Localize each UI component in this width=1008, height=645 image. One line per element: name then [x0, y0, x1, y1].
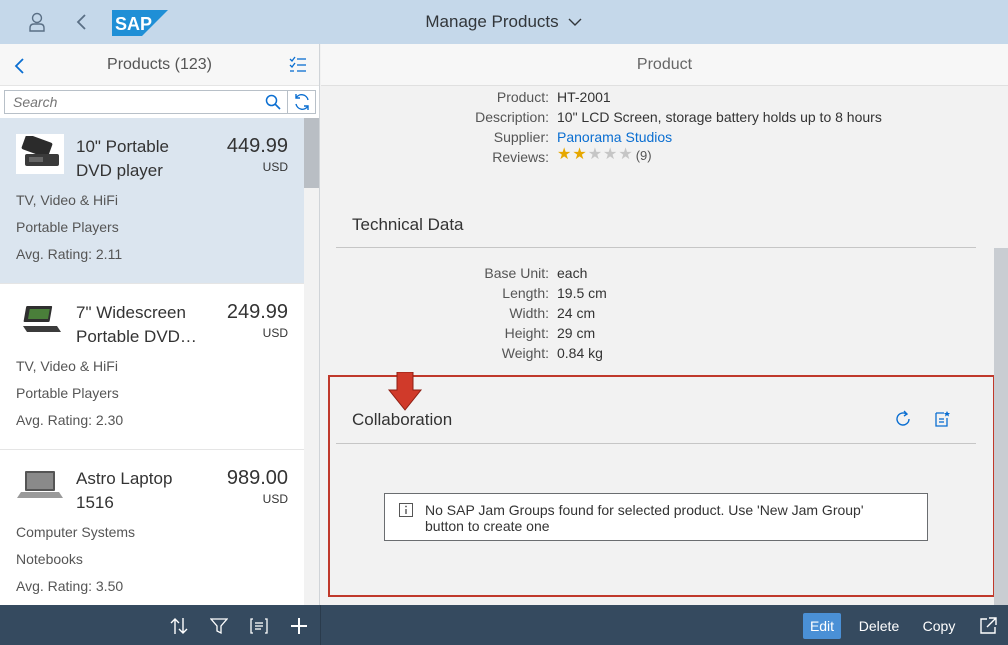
list-scrollbar[interactable]: [304, 118, 319, 605]
search-field[interactable]: [4, 90, 288, 114]
section-divider: [336, 247, 976, 248]
product-currency: USD: [262, 492, 288, 506]
filter-icon[interactable]: [208, 615, 230, 637]
base-unit-label: Base Unit:: [484, 265, 549, 281]
product-list: 10" Portable DVD player 449.99 USD TV, V…: [0, 118, 304, 605]
list-scrollbar-thumb[interactable]: [304, 118, 319, 188]
height-label: Height:: [504, 325, 549, 341]
search-input[interactable]: [5, 91, 225, 113]
detail-title: Product: [321, 44, 1008, 86]
description-value: 10" LCD Screen, storage battery holds up…: [557, 109, 882, 125]
star-icon: ★: [603, 146, 618, 163]
master-footer: [0, 605, 320, 645]
detail-scrollbar[interactable]: [994, 248, 1008, 605]
product-category: TV, Video & HiFi: [16, 358, 118, 374]
product-thumbnail: [16, 466, 64, 506]
info-message-text: No SAP Jam Groups found for selected pro…: [425, 502, 864, 534]
product-price: 989.00: [226, 467, 288, 489]
length-value: 19.5 cm: [557, 285, 607, 301]
add-icon[interactable]: [288, 615, 310, 637]
refresh-icon: [294, 94, 309, 110]
description-label: Description:: [475, 109, 549, 125]
share-icon[interactable]: [977, 615, 999, 637]
master-title: Products (123): [107, 56, 212, 73]
supplier-link[interactable]: Panorama Studios: [557, 129, 672, 145]
base-unit-value: each: [557, 265, 588, 281]
star-icon: ★: [572, 146, 587, 163]
new-jam-group-icon[interactable]: [933, 410, 953, 430]
search-bar: [4, 90, 316, 114]
weight-value: 0.84 kg: [557, 345, 603, 361]
arrow-down-icon: [387, 371, 423, 412]
info-message-strip: No SAP Jam Groups found for selected pro…: [384, 493, 928, 541]
list-item[interactable]: 7" Widescreen Portable DVD… 249.99 USD T…: [0, 284, 304, 450]
detail-footer: Edit Delete Copy: [320, 605, 1008, 645]
product-category: TV, Video & HiFi: [16, 192, 118, 208]
product-rating: Avg. Rating: 2.11: [16, 246, 123, 262]
product-id-value: HT-2001: [557, 89, 611, 105]
product-category: Computer Systems: [16, 524, 136, 540]
product-price: 249.99: [226, 301, 288, 323]
app-title[interactable]: Manage Products: [0, 0, 1008, 44]
technical-data-title: Technical Data: [352, 215, 464, 234]
product-currency: USD: [262, 160, 288, 174]
group-icon[interactable]: [248, 615, 270, 637]
product-thumbnail: [16, 300, 64, 340]
copy-button[interactable]: Copy: [917, 613, 961, 639]
sort-icon[interactable]: [168, 615, 190, 637]
info-icon: [399, 503, 413, 517]
width-value: 24 cm: [557, 305, 596, 321]
weight-label: Weight:: [501, 345, 549, 361]
reviews-label: Reviews:: [492, 149, 549, 165]
star-icon: ★: [557, 146, 572, 163]
refresh-button[interactable]: [288, 90, 316, 114]
list-item[interactable]: Astro Laptop 1516 989.00 USD Computer Sy…: [0, 450, 304, 605]
product-price: 449.99: [226, 135, 288, 157]
star-icon: ★: [618, 146, 633, 163]
delete-button[interactable]: Delete: [852, 613, 906, 639]
length-label: Length:: [502, 285, 549, 301]
master-header: Products (123): [0, 44, 319, 86]
product-label: Product:: [496, 89, 549, 105]
chevron-down-icon[interactable]: [567, 14, 583, 30]
product-name: 10" Portable DVD player: [76, 137, 169, 180]
multi-select-icon[interactable]: [289, 56, 309, 76]
section-divider: [336, 443, 976, 444]
shell-bar: SAP Manage Products: [0, 0, 1008, 44]
product-name: 7" Widescreen Portable DVD…: [76, 303, 197, 346]
search-icon[interactable]: [265, 94, 281, 110]
star-icon: ★: [587, 146, 603, 163]
product-subcategory: Notebooks: [16, 551, 83, 567]
product-rating: Avg. Rating: 3.50: [16, 578, 124, 594]
detail-panel: Product Product: HT-2001 Description: 10…: [321, 44, 1008, 605]
product-currency: USD: [262, 326, 288, 340]
master-panel: Products (123) Search 10" Portable DVD p…: [0, 44, 320, 605]
edit-button[interactable]: Edit: [803, 613, 841, 639]
collaboration-highlight: [328, 375, 995, 597]
product-thumbnail: [16, 134, 64, 174]
product-rating: Avg. Rating: 2.30: [16, 412, 124, 428]
list-item[interactable]: 10" Portable DVD player 449.99 USD TV, V…: [0, 118, 304, 284]
product-name: Astro Laptop 1516: [76, 469, 173, 512]
height-value: 29 cm: [557, 325, 596, 341]
width-label: Width:: [509, 305, 549, 321]
collaboration-title: Collaboration: [352, 410, 453, 429]
product-subcategory: Portable Players: [16, 385, 119, 401]
rating-indicator[interactable]: ★ ★ ★ ★ ★ (9): [557, 147, 652, 163]
app-title-text[interactable]: Manage Products: [425, 12, 558, 32]
supplier-label: Supplier:: [493, 129, 549, 145]
product-subcategory: Portable Players: [16, 219, 119, 235]
refresh-icon[interactable]: [894, 410, 914, 430]
reviews-count[interactable]: (9): [636, 148, 652, 163]
